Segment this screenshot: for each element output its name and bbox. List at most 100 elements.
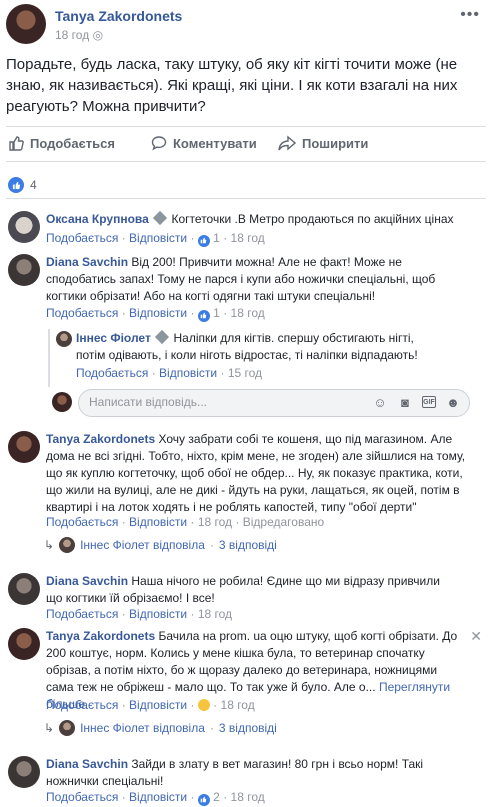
comment-reply-link[interactable]: Відповісти <box>129 607 187 621</box>
comment-like-count[interactable]: 1 <box>213 231 220 245</box>
comment-reply-link[interactable]: Відповісти <box>129 515 187 529</box>
comment-time[interactable]: 18 год <box>198 607 232 621</box>
comment-author[interactable]: Tanya Zakordonets <box>46 432 155 446</box>
replies-count: 3 відповіді <box>218 721 277 735</box>
reply-thread-line <box>48 329 50 387</box>
comment-like-link[interactable]: Подобається <box>46 231 118 245</box>
separator: · <box>190 698 195 712</box>
divider <box>6 126 486 127</box>
avatar[interactable] <box>8 756 40 788</box>
replies-count: 3 відповіді <box>218 538 277 552</box>
comment-like-link[interactable]: Подобається <box>46 790 118 804</box>
comment-meta: Подобається · Відповісти · 2 · 18 год <box>46 790 265 806</box>
comment-text-block: Іннес Фіолет Наліпки для кігтів. спершу … <box>76 329 418 364</box>
comment-reply-link[interactable]: Відповісти <box>129 306 187 320</box>
comment-author[interactable]: Diana Savchin <box>46 757 128 771</box>
close-icon[interactable]: ✕ <box>470 628 482 645</box>
avatar[interactable] <box>8 628 40 660</box>
comment-meta: Подобається · Відповісти · 18 год · Відр… <box>46 515 324 529</box>
comment-meta: Подобається · Відповісти · 1 · 18 год <box>46 306 265 322</box>
comment-button[interactable]: Коментувати <box>151 135 257 151</box>
comment-time[interactable]: 18 год <box>221 698 255 712</box>
separator: · <box>121 698 126 712</box>
like-count-icon <box>197 793 210 806</box>
separator: · <box>190 306 195 320</box>
post-header: Tanya Zakordonets 18 год ◎ ••• <box>0 0 492 50</box>
comment-like-link[interactable]: Подобається <box>46 607 118 621</box>
comment-time[interactable]: 18 год <box>231 306 265 320</box>
share-label: Поширити <box>302 135 369 151</box>
comment: Tanya Zakordonets Хочу забрати собі те к… <box>8 431 484 529</box>
reply-arrow-icon: ↳ <box>44 721 55 735</box>
comment-like-count[interactable]: 1 <box>213 306 220 320</box>
avatar[interactable] <box>8 211 40 243</box>
edited-label[interactable]: Відредаговано <box>243 515 324 529</box>
separator: · <box>121 231 126 245</box>
emoji-icon[interactable]: ☺ <box>372 394 388 410</box>
comment-like-link[interactable]: Подобається <box>46 515 118 529</box>
separator: · <box>121 607 126 621</box>
comment-author[interactable]: Diana Savchin <box>46 574 128 588</box>
separator: · <box>223 306 228 320</box>
comment-author[interactable]: Іннес Фіолет <box>76 331 151 345</box>
sticker-icon[interactable]: ☻ <box>445 394 461 410</box>
replies-author: Іннес Фіолет відповіла <box>80 538 205 552</box>
comment-time[interactable]: 18 год <box>198 515 232 529</box>
comment: Оксана Крупнова Когтеточки .В Метро прод… <box>8 210 484 251</box>
view-replies-link[interactable]: ↳ Іннес Фіолет відповіла · 3 відповіді <box>44 537 277 553</box>
separator: · <box>121 306 126 320</box>
like-label: Подобається <box>30 135 115 151</box>
sad-reaction-icon <box>197 699 210 711</box>
comment-text-block: Оксана Крупнова Когтеточки .В Метро прод… <box>46 210 482 228</box>
reactions-summary[interactable]: 4 <box>8 177 37 193</box>
post-menu-button[interactable]: ••• <box>460 6 480 24</box>
avatar[interactable] <box>8 431 40 463</box>
view-replies-link[interactable]: ↳ Іннес Фіолет відповіла · 3 відповіді <box>44 720 277 736</box>
share-icon <box>278 135 296 151</box>
post-actions: Подобається Коментувати Поширити <box>0 131 492 157</box>
comment: Tanya Zakordonets Бачила на prom. ua оцю… <box>8 628 484 714</box>
gif-icon[interactable]: GIF <box>422 396 436 408</box>
avatar[interactable] <box>56 331 72 347</box>
comment-like-link[interactable]: Подобається <box>46 698 118 712</box>
reply-comment: Іннес Фіолет Наліпки для кігтів. спершу … <box>56 329 484 382</box>
like-count-icon <box>197 234 210 247</box>
separator: · <box>220 366 225 380</box>
comment-label: Коментувати <box>173 135 257 151</box>
current-user-avatar <box>52 392 72 412</box>
post-author-name[interactable]: Tanya Zakordonets <box>55 8 182 24</box>
comment: Diana Savchin Наша нічого не робила! Єди… <box>8 573 484 621</box>
verified-icon <box>155 329 170 345</box>
avatar[interactable] <box>8 573 40 605</box>
comment-reply-link[interactable]: Відповісти <box>159 366 217 380</box>
share-button[interactable]: Поширити <box>278 135 368 151</box>
comment-text: Когтеточки .В Метро продаються по акційн… <box>171 212 454 226</box>
post-author-avatar[interactable] <box>6 4 46 44</box>
comment-time[interactable]: 18 год <box>231 231 265 245</box>
comment-meta: Подобається · Відповісти · · 18 год <box>46 698 255 712</box>
comment-like-link[interactable]: Подобається <box>76 366 148 380</box>
comment-meta: Подобається · Відповісти · 15 год <box>76 366 262 380</box>
comment-reply-link[interactable]: Відповісти <box>129 698 187 712</box>
comment: Diana Savchin Зайди в злату в вет магази… <box>8 756 484 806</box>
separator: · <box>223 790 228 804</box>
like-button[interactable]: Подобається <box>8 135 115 151</box>
post-timestamp[interactable]: 18 год ◎ <box>55 28 103 42</box>
comment-time[interactable]: 15 год <box>228 366 262 380</box>
comment-reply-link[interactable]: Відповісти <box>129 231 187 245</box>
camera-icon[interactable]: ◙ <box>397 394 413 410</box>
comment-author[interactable]: Оксана Крупнова <box>46 212 149 226</box>
comment-author[interactable]: Tanya Zakordonets <box>46 629 155 643</box>
reply-input-placeholder: Написати відповідь... <box>89 395 207 409</box>
separator: · <box>190 231 195 245</box>
comment-meta: Подобається · Відповісти · 1 · 18 год <box>46 231 265 247</box>
comment-author[interactable]: Diana Savchin <box>46 255 128 269</box>
comment-reply-link[interactable]: Відповісти <box>129 790 187 804</box>
post-text: Порадьте, будь ласка, таку штуку, об яку… <box>6 56 458 115</box>
comment-like-count[interactable]: 2 <box>213 790 220 804</box>
comment-like-link[interactable]: Подобається <box>46 306 118 320</box>
comment-text-block: Diana Savchin Зайди в злату в вет магази… <box>46 756 446 790</box>
reply-input[interactable]: Написати відповідь... ☺ ◙ GIF ☻ <box>78 389 470 417</box>
comment-time[interactable]: 18 год <box>231 790 265 804</box>
avatar[interactable] <box>8 254 40 286</box>
